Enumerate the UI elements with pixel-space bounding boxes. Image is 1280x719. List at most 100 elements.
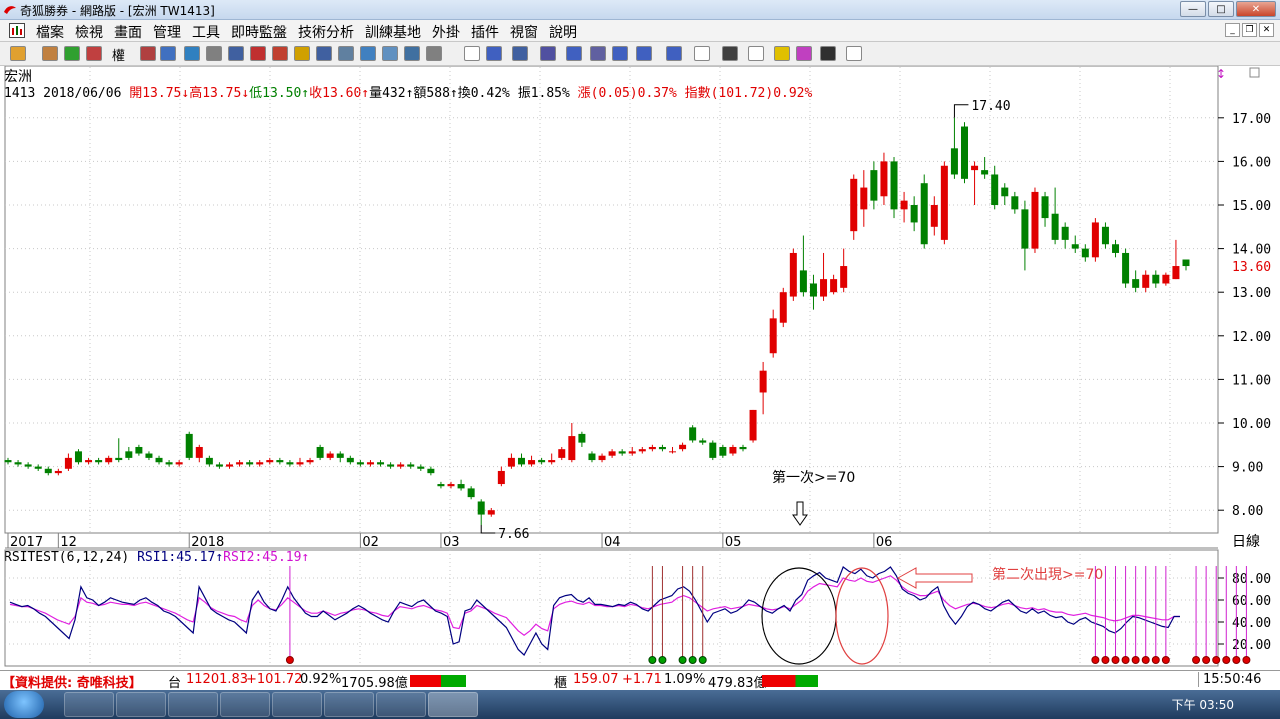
rsi-tick-label: 80.00	[1232, 572, 1271, 587]
candle-body	[54, 470, 62, 474]
toolbar-tool-26-icon[interactable]	[666, 46, 682, 61]
taskbar-ie-icon[interactable]	[64, 692, 114, 717]
toolbar-tool-22-icon[interactable]	[566, 46, 582, 61]
toolbar-tool-19-icon[interactable]	[486, 46, 502, 61]
toolbar-tool-7-icon[interactable]	[206, 46, 222, 61]
toolbar-tool-33-icon[interactable]	[846, 46, 862, 61]
mdi-close-icon[interactable]: ✕	[1259, 23, 1274, 37]
menu-item-8[interactable]: 外掛	[432, 22, 460, 42]
candle-body	[276, 460, 284, 463]
first-signal-ellipse	[761, 567, 837, 665]
otc-value: 159.07	[573, 672, 619, 687]
candle-body	[608, 451, 616, 456]
candle-body	[215, 464, 223, 467]
toolbar-tool-6-icon[interactable]	[184, 46, 200, 61]
toolbar-tool-9-icon[interactable]	[250, 46, 266, 61]
toolbar-tool-15-icon[interactable]	[382, 46, 398, 61]
toolbar-tool-11-icon[interactable]	[294, 46, 310, 61]
toolbar-tool-28-icon[interactable]	[722, 46, 738, 61]
toolbar-tool-17-icon[interactable]	[426, 46, 442, 61]
candle-body	[900, 200, 908, 210]
menu-item-11[interactable]: 說明	[549, 22, 577, 42]
toolbar-tool-24-icon[interactable]	[612, 46, 628, 61]
otc-change: +1.71	[622, 672, 662, 687]
toolbar-tool-16-icon[interactable]	[404, 46, 420, 61]
second-signal-ellipse	[835, 567, 889, 665]
candle-body	[165, 462, 173, 465]
toolbar-tool-3-icon[interactable]	[86, 46, 102, 61]
chart-app-icon[interactable]	[9, 23, 25, 38]
menu-item-4[interactable]: 工具	[192, 22, 220, 42]
candle-body	[377, 462, 385, 465]
toolbar-tool-13-icon[interactable]	[338, 46, 354, 61]
candle-body	[517, 457, 525, 465]
menu-item-6[interactable]: 技術分析	[298, 22, 354, 42]
toolbar-tool-27-icon[interactable]	[694, 46, 710, 61]
toolbar-tool-21-icon[interactable]	[540, 46, 556, 61]
candle-body	[860, 187, 868, 210]
menu-item-1[interactable]: 檢視	[75, 22, 103, 42]
menu-item-5[interactable]: 即時監盤	[231, 22, 287, 42]
taskbar: 下午 03:50	[0, 690, 1280, 719]
candle-body	[618, 451, 626, 454]
candle-body	[588, 453, 596, 461]
menu-item-7[interactable]: 訓練基地	[365, 22, 421, 42]
menu-item-0[interactable]: 檔案	[36, 22, 64, 42]
menu-item-2[interactable]: 畫面	[114, 22, 142, 42]
toolbar-tool-14-icon[interactable]	[360, 46, 376, 61]
taskbar-qihu-icon[interactable]	[428, 692, 478, 717]
high-label: 17.40	[971, 99, 1010, 114]
menu-item-10[interactable]: 視窗	[510, 22, 538, 42]
taskbar-app-icon[interactable]	[272, 692, 322, 717]
candle-body	[578, 433, 586, 443]
app-logo-icon	[4, 6, 16, 14]
candle-body	[628, 451, 636, 454]
toolbar-tool-30-icon[interactable]	[774, 46, 790, 61]
toolbar-tool-5-icon[interactable]	[160, 46, 176, 61]
first-signal-label: 第一次>=70	[772, 469, 855, 486]
otc-label: 櫃	[554, 676, 568, 691]
menu-item-9[interactable]: 插件	[471, 22, 499, 42]
taskbar-chrome-icon[interactable]	[324, 692, 374, 717]
price-chart[interactable]: 17.00 16.00 15.00 14.00 13.00 12.00 11.00 10.00…	[0, 66, 1280, 670]
toolbar-tool-20-icon[interactable]	[512, 46, 528, 61]
start-button[interactable]	[4, 691, 44, 718]
toolbar-tool-25-icon[interactable]	[636, 46, 652, 61]
price-panel-frame	[4, 66, 1219, 534]
candle-body	[940, 165, 948, 240]
candle-body	[497, 470, 505, 485]
signal-dot-red	[1141, 656, 1150, 664]
taskbar-app2-icon[interactable]	[376, 692, 426, 717]
toolbar-tool-32-icon[interactable]	[820, 46, 836, 61]
toolbar-tool-2-icon[interactable]	[64, 46, 80, 61]
rights-dropdown[interactable]: 權	[112, 45, 125, 64]
toolbar-tool-1-icon[interactable]	[42, 46, 58, 61]
mdi-restore-icon[interactable]: ❐	[1242, 23, 1257, 37]
taskbar-line-icon[interactable]	[168, 692, 218, 717]
candle-body	[719, 446, 727, 456]
toolbar-tool-23-icon[interactable]	[590, 46, 606, 61]
taskbar-folder-icon[interactable]	[116, 692, 166, 717]
toolbar-tool-12-icon[interactable]	[316, 46, 332, 61]
status-bar: 【資料提供: 奇唯科技】 台 11201.83 +101.72 0.92% 17…	[0, 670, 1280, 691]
candle-body	[1132, 279, 1140, 288]
toolbar-tool-29-icon[interactable]	[748, 46, 764, 61]
minimize-button[interactable]: —	[1180, 1, 1206, 17]
toolbar-tool-31-icon[interactable]	[796, 46, 812, 61]
close-button[interactable]: ✕	[1236, 1, 1276, 17]
toolbar-tool-8-icon[interactable]	[228, 46, 244, 61]
data-provider: 【資料提供: 奇唯科技】	[2, 676, 142, 691]
mdi-minimize-icon[interactable]: _	[1225, 23, 1240, 37]
toolbar-tool-10-icon[interactable]	[272, 46, 288, 61]
candle-body	[1091, 222, 1099, 258]
candle-body	[185, 433, 193, 458]
toolbar-tool-18-icon[interactable]	[464, 46, 480, 61]
toolbar-tool-0-icon[interactable]	[10, 46, 26, 61]
maximize-button[interactable]: □	[1208, 1, 1234, 17]
candle-body	[820, 279, 828, 297]
menu-item-3[interactable]: 管理	[153, 22, 181, 42]
taskbar-excel-icon[interactable]	[220, 692, 270, 717]
toolbar-tool-4-icon[interactable]	[140, 46, 156, 61]
date-tick-label: 2018	[191, 535, 224, 550]
period-label: 日線	[1232, 534, 1260, 550]
